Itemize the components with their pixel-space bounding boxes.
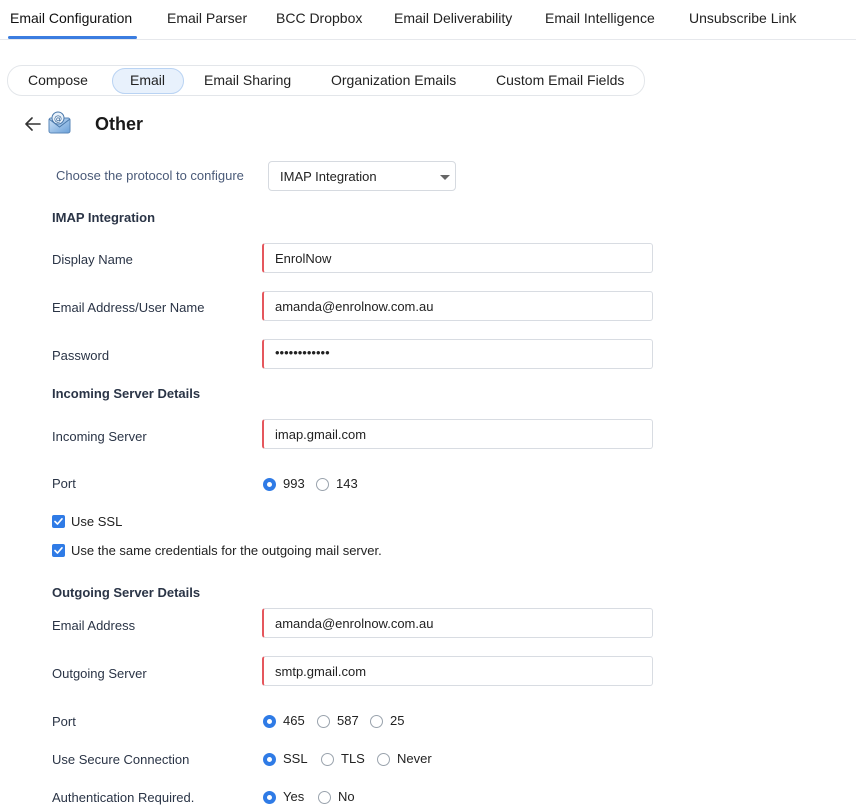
outgoing-server-label: Outgoing Server — [52, 666, 147, 681]
email-username-input[interactable]: amanda@enrolnow.com.au — [262, 291, 653, 321]
tab-email-parser[interactable]: Email Parser — [167, 10, 247, 26]
radio-selected-icon — [263, 715, 276, 728]
email-username-label: Email Address/User Name — [52, 300, 205, 315]
radio-selected-icon — [263, 753, 276, 766]
authentication-label: Authentication Required. — [52, 790, 195, 805]
radio-label: 143 — [336, 476, 358, 491]
display-name-input[interactable]: EnrolNow — [262, 243, 653, 273]
use-ssl-label: Use SSL — [71, 514, 123, 529]
radio-label: SSL — [283, 751, 308, 766]
imap-section-heading: IMAP Integration — [52, 210, 156, 225]
password-value: •••••••••••• — [275, 345, 330, 360]
active-tab-indicator — [8, 36, 137, 39]
subtab-compose[interactable]: Compose — [28, 72, 88, 88]
radio-unselected-icon — [321, 753, 334, 766]
radio-label: Never — [397, 751, 432, 766]
tab-email-deliverability[interactable]: Email Deliverability — [394, 10, 512, 26]
radio-label: No — [338, 789, 355, 804]
incoming-server-label: Incoming Server — [52, 429, 147, 444]
protocol-select-value: IMAP Integration — [280, 169, 377, 184]
checkbox-checked-icon — [52, 544, 65, 557]
incoming-port-label: Port — [52, 476, 76, 491]
subtab-organization-emails[interactable]: Organization Emails — [331, 72, 456, 88]
radio-label: 25 — [390, 713, 405, 728]
display-name-label: Display Name — [52, 252, 133, 267]
radio-label: 993 — [283, 476, 305, 491]
email-username-value: amanda@enrolnow.com.au — [275, 299, 434, 314]
password-input[interactable]: •••••••••••• — [262, 339, 653, 369]
tab-email-intelligence[interactable]: Email Intelligence — [545, 10, 655, 26]
outgoing-section-heading: Outgoing Server Details — [52, 585, 201, 600]
page-title: Other — [95, 114, 144, 134]
back-arrow-icon[interactable] — [22, 114, 44, 134]
subtab-email[interactable]: Email — [130, 72, 165, 88]
top-tab-bar: Email Configuration Email Parser BCC Dro… — [0, 0, 856, 40]
secure-connection-label: Use Secure Connection — [52, 752, 190, 767]
radio-unselected-icon — [317, 715, 330, 728]
protocol-select[interactable]: IMAP Integration — [268, 161, 456, 191]
tab-email-configuration[interactable]: Email Configuration — [10, 10, 132, 26]
radio-unselected-icon — [318, 791, 331, 804]
checkbox-checked-icon — [52, 515, 65, 528]
incoming-server-value: imap.gmail.com — [275, 427, 367, 442]
display-name-value: EnrolNow — [275, 251, 332, 266]
outgoing-port-label: Port — [52, 714, 76, 729]
radio-unselected-icon — [316, 478, 329, 491]
protocol-label: Choose the protocol to configure — [56, 168, 244, 183]
svg-text:@: @ — [54, 114, 62, 123]
outgoing-email-label: Email Address — [52, 618, 136, 633]
radio-unselected-icon — [377, 753, 390, 766]
tab-unsubscribe-link[interactable]: Unsubscribe Link — [689, 10, 796, 26]
tab-bcc-dropbox[interactable]: BCC Dropbox — [276, 10, 362, 26]
chevron-down-icon[interactable] — [440, 175, 450, 180]
incoming-section-heading: Incoming Server Details — [52, 386, 201, 401]
radio-label: Yes — [283, 789, 305, 804]
incoming-server-input[interactable]: imap.gmail.com — [262, 419, 653, 449]
subtab-custom-email-fields[interactable]: Custom Email Fields — [496, 72, 624, 88]
password-label: Password — [52, 348, 110, 363]
radio-selected-icon — [263, 478, 276, 491]
subtab-email-sharing[interactable]: Email Sharing — [204, 72, 291, 88]
radio-label: 465 — [283, 713, 305, 728]
outgoing-email-value: amanda@enrolnow.com.au — [275, 616, 434, 631]
same-credentials-label: Use the same credentials for the outgoin… — [71, 543, 382, 558]
radio-label: 587 — [337, 713, 359, 728]
outgoing-server-input[interactable]: smtp.gmail.com — [262, 656, 653, 686]
radio-label: TLS — [341, 751, 365, 766]
outgoing-server-value: smtp.gmail.com — [275, 664, 367, 679]
outgoing-email-input[interactable]: amanda@enrolnow.com.au — [262, 608, 653, 638]
radio-unselected-icon — [370, 715, 383, 728]
mail-provider-icon: @ — [48, 111, 71, 134]
radio-selected-icon — [263, 791, 276, 804]
